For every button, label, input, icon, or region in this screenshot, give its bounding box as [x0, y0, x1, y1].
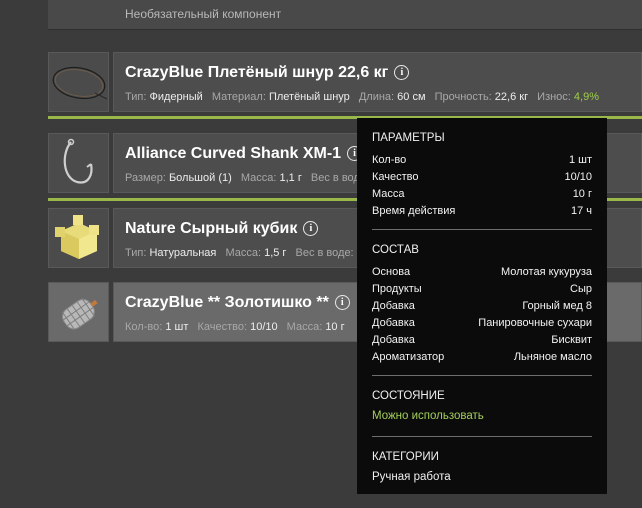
wear-value: 4,9%	[573, 91, 599, 103]
prop-value: Большой (1)	[168, 172, 232, 184]
composition-value: Горный мед 8	[522, 300, 592, 312]
prop-key: Масса:	[286, 321, 323, 333]
prop-value: 10 г	[325, 321, 345, 333]
param-value: 1 шт	[568, 154, 592, 166]
item-row-line-body: CrazyBlue Плетёный шнур 22,6 кг i Тип: Фи…	[113, 52, 642, 112]
prop-key: Длина:	[358, 91, 395, 103]
item-title-text: CrazyBlue Плетёный шнур 22,6 кг	[125, 64, 389, 81]
composition-key: Добавка	[372, 300, 415, 312]
prop-key: Кол-во:	[125, 321, 163, 333]
composition-value: Бисквит	[551, 334, 592, 346]
feeder-cage-icon	[48, 282, 109, 342]
prop-value: Фидерный	[149, 91, 203, 103]
param-value: 17 ч	[570, 205, 592, 217]
composition-row: Ароматизатор Льняное масло	[372, 349, 592, 366]
prop-key: Качество:	[197, 321, 248, 333]
prop-key: Размер:	[125, 172, 166, 184]
item-title-text: Alliance Curved Shank XM-1	[125, 145, 342, 162]
item-tooltip: ПАРАМЕТРЫ Кол-во 1 шт Качество 10/10 Масса…	[357, 118, 607, 494]
hook-icon	[48, 133, 109, 193]
param-row: Время действия 17 ч	[372, 203, 592, 220]
prop-key: Масса:	[225, 247, 262, 259]
optional-component-row[interactable]: Необязательный компонент	[48, 0, 642, 30]
param-row: Масса 10 г	[372, 186, 592, 203]
param-value: 10 г	[572, 188, 592, 200]
state-value: Можно использовать	[372, 410, 484, 422]
composition-key: Добавка	[372, 334, 415, 346]
composition-value: Панировочные сухари	[478, 317, 592, 329]
param-key: Время действия	[372, 205, 456, 217]
prop-value: 1 шт	[165, 321, 189, 333]
info-icon[interactable]: i	[394, 65, 410, 80]
composition-row: Добавка Бисквит	[372, 332, 592, 349]
item-title: CrazyBlue ** Золотишко ** i	[125, 294, 350, 312]
item-title: Alliance Curved Shank XM-1 i	[125, 145, 363, 163]
prop-value: 22,6 кг	[494, 91, 529, 103]
param-key: Качество	[372, 171, 419, 183]
param-key: Масса	[372, 188, 405, 200]
categories-title: КАТЕГОРИИ	[372, 451, 439, 463]
prop-key: Материал:	[211, 91, 266, 103]
composition-title: СОСТАВ	[372, 244, 419, 256]
info-icon[interactable]: i	[334, 295, 350, 310]
composition-value: Льняное масло	[513, 351, 592, 363]
prop-key: Износ:	[537, 91, 571, 103]
prop-value: 60 см	[397, 91, 426, 103]
fishing-line-icon	[48, 52, 109, 112]
prop-value: 1,1 г	[279, 172, 302, 184]
item-props: Размер: Большой (1) Масса: 1,1 г Вес в в…	[125, 172, 369, 184]
composition-row: Добавка Горный мед 8	[372, 298, 592, 315]
info-icon[interactable]: i	[303, 221, 319, 236]
param-row: Качество 10/10	[372, 169, 592, 186]
optional-component-label: Необязательный компонент	[125, 7, 282, 21]
composition-key: Ароматизатор	[372, 351, 445, 363]
item-title-text: Nature Сырный кубик	[125, 220, 298, 237]
prop-key: Прочность:	[434, 91, 492, 103]
prop-key: Вес в воде:	[295, 247, 354, 259]
prop-value: Натуральная	[149, 247, 217, 259]
prop-key: Тип:	[125, 247, 147, 259]
item-title: CrazyBlue Плетёный шнур 22,6 кг i	[125, 64, 410, 82]
param-row: Кол-во 1 шт	[372, 152, 592, 169]
composition-value: Сыр	[570, 283, 592, 295]
composition-row: Продукты Сыр	[372, 281, 592, 298]
param-key: Кол-во	[372, 154, 407, 166]
prop-key: Масса:	[240, 172, 277, 184]
categories-value: Ручная работа	[372, 471, 451, 483]
item-title: Nature Сырный кубик i	[125, 220, 319, 238]
composition-row: Добавка Панировочные сухари	[372, 315, 592, 332]
composition-value: Молотая кукуруза	[500, 266, 592, 278]
state-title: СОСТОЯНИЕ	[372, 390, 445, 402]
tooltip-divider	[372, 375, 592, 376]
cheese-cube-icon	[48, 208, 109, 268]
item-props: Тип: Фидерный Материал: Плетёный шнур Дл…	[125, 91, 605, 103]
params-title: ПАРАМЕТРЫ	[372, 132, 445, 144]
item-props: Тип: Натуральная Масса: 1,5 г Вес в воде…	[125, 247, 354, 259]
item-props: Кол-во: 1 шт Качество: 10/10 Масса: 10 г	[125, 321, 351, 333]
tooltip-divider	[372, 436, 592, 437]
param-value: 10/10	[564, 171, 592, 183]
prop-value: 1,5 г	[264, 247, 287, 259]
composition-key: Основа	[372, 266, 411, 278]
composition-key: Продукты	[372, 283, 422, 295]
prop-value: 10/10	[250, 321, 278, 333]
prop-value: Плетёный шнур	[268, 91, 350, 103]
prop-key: Тип:	[125, 91, 147, 103]
composition-key: Добавка	[372, 317, 415, 329]
tooltip-divider	[372, 229, 592, 230]
item-title-text: CrazyBlue ** Золотишко **	[125, 294, 329, 311]
composition-row: Основа Молотая кукуруза	[372, 264, 592, 281]
item-row-line[interactable]: CrazyBlue Плетёный шнур 22,6 кг i Тип: Фи…	[48, 52, 642, 112]
